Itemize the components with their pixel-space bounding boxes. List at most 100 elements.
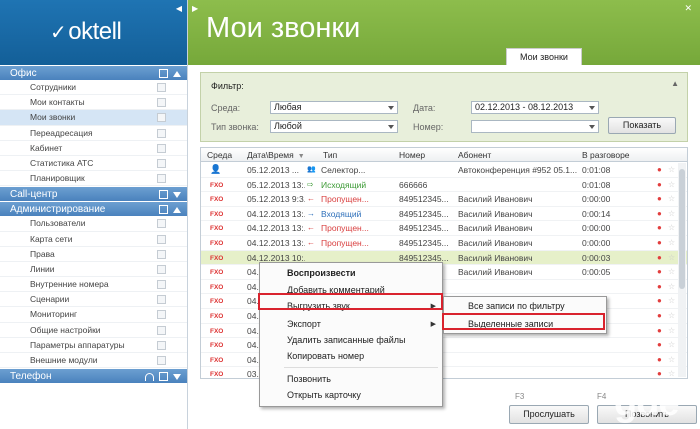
- item-settings-icon[interactable]: [157, 174, 166, 184]
- sidebar-item-label: Планировщик: [30, 173, 85, 184]
- star-icon: ☆: [668, 354, 676, 364]
- number-select[interactable]: [471, 120, 599, 133]
- sidebar-item[interactable]: Линии: [0, 262, 187, 278]
- star-icon: ☆: [668, 223, 676, 233]
- menu-item-copy-number[interactable]: Копировать номер: [287, 351, 364, 361]
- col-header-datetime[interactable]: Дата\Время ▼: [247, 150, 305, 160]
- item-settings-icon[interactable]: [157, 234, 166, 244]
- sidebar-item[interactable]: Внешние модули: [0, 353, 187, 369]
- tab-my-calls[interactable]: Мои звонки: [506, 48, 582, 65]
- document-icon[interactable]: [159, 372, 168, 382]
- expand-sidebar-icon[interactable]: ▶: [192, 4, 198, 13]
- f3-hint: F3: [515, 392, 525, 401]
- sidebar-item[interactable]: Сценарии: [0, 292, 187, 308]
- scrollbar-thumb[interactable]: [679, 169, 685, 289]
- item-settings-icon[interactable]: [157, 264, 166, 274]
- source-badge: FXO: [210, 196, 224, 204]
- item-settings-icon[interactable]: [157, 325, 166, 335]
- item-settings-icon[interactable]: [157, 310, 166, 320]
- calltype-select-value: Любой: [274, 121, 302, 131]
- sidebar-item-label: Карта сети: [30, 233, 73, 244]
- sidebar-item[interactable]: Сотрудники: [0, 80, 187, 96]
- document-icon[interactable]: [159, 205, 168, 215]
- sidebar-item[interactable]: Статистика АТС: [0, 156, 187, 172]
- item-settings-icon[interactable]: [157, 98, 166, 108]
- sidebar-item[interactable]: Параметры аппаратуры: [0, 338, 187, 353]
- col-header-env[interactable]: Среда: [207, 150, 232, 160]
- collapse-filter-icon[interactable]: ▲: [671, 79, 679, 88]
- calltype-select[interactable]: Любой: [270, 120, 398, 133]
- cell-type: Входящий: [321, 208, 362, 219]
- cell-subscriber: Автоконференция #952 05.1...: [458, 165, 578, 175]
- date-select[interactable]: 02.12.2013 - 08.12.2013: [471, 101, 599, 114]
- item-settings-icon[interactable]: [157, 128, 166, 138]
- chevron-up-icon[interactable]: [173, 206, 181, 213]
- menu-item-open-card[interactable]: Открыть карточку: [287, 390, 361, 400]
- cell-datetime: 05.12.2013 ...: [247, 165, 299, 175]
- collapse-sidebar-icon[interactable]: ◀: [176, 4, 182, 13]
- sidebar-section-header[interactable]: Администрирование: [0, 201, 187, 217]
- sidebar-item-label: Пользователи: [30, 218, 86, 229]
- chevron-down-icon[interactable]: [173, 373, 181, 380]
- cell-duration: 0:01:08: [582, 179, 611, 190]
- sidebar-item-label: Статистика АТС: [30, 157, 94, 168]
- sidebar-section-header[interactable]: Офис: [0, 65, 187, 80]
- item-settings-icon[interactable]: [157, 356, 166, 365]
- chevron-down-icon[interactable]: [173, 191, 181, 198]
- col-header-type[interactable]: Тип: [323, 150, 337, 160]
- sidebar-item[interactable]: Внутренние номера: [0, 277, 187, 293]
- sidebar-item[interactable]: Пользователи: [0, 216, 187, 232]
- sidebar-item[interactable]: Планировщик: [0, 171, 187, 187]
- item-settings-icon[interactable]: [157, 340, 166, 350]
- recording-dot-icon: ●: [657, 369, 662, 379]
- source-badge: FXO: [210, 283, 224, 291]
- sidebar-item[interactable]: Кабинет: [0, 141, 187, 156]
- table-row[interactable]: FXO 05.12.2013 13:... ⇨ Исходящий 666666 0:01…: [201, 178, 687, 193]
- table-row[interactable]: 👤 05.12.2013 ... 👥 Селектор... Автоконференц…: [201, 163, 687, 178]
- sidebar-item[interactable]: Мониторинг: [0, 307, 187, 323]
- sidebar-section-header[interactable]: Call-центр: [0, 186, 187, 202]
- item-settings-icon[interactable]: [157, 280, 166, 290]
- sidebar-item[interactable]: Мои звонки: [0, 110, 187, 126]
- close-icon[interactable]: ✕: [684, 3, 692, 14]
- star-icon: ☆: [668, 165, 676, 174]
- sidebar-section-header[interactable]: Телефон: [0, 368, 187, 384]
- listen-button[interactable]: Прослушать: [509, 405, 589, 424]
- menu-item-call[interactable]: Позвонить: [287, 374, 331, 384]
- document-icon[interactable]: [159, 190, 168, 200]
- sidebar-item[interactable]: Общие настройки: [0, 323, 187, 338]
- show-button[interactable]: Показать: [608, 117, 676, 134]
- star-icon: ☆: [668, 281, 676, 291]
- sidebar-item[interactable]: Мои контакты: [0, 95, 187, 111]
- submenu-item-all-by-filter[interactable]: Все записи по фильтру: [468, 301, 565, 311]
- table-row[interactable]: FXO 04.12.2013 13:... ← Пропущен... 84951234…: [201, 236, 687, 251]
- chevron-down-icon: [589, 125, 595, 129]
- col-header-number[interactable]: Номер: [399, 150, 425, 160]
- number-label: Номер:: [413, 122, 444, 132]
- sidebar-item[interactable]: Карта сети: [0, 232, 187, 247]
- item-settings-icon[interactable]: [157, 158, 166, 168]
- document-icon[interactable]: [159, 69, 168, 78]
- table-row[interactable]: FXO 04.12.2013 13:... → Входящий 849512345..…: [201, 207, 687, 222]
- sidebar-item[interactable]: Права: [0, 247, 187, 262]
- item-settings-icon[interactable]: [157, 83, 166, 92]
- menu-item-play[interactable]: Воспроизвести: [287, 268, 356, 278]
- item-settings-icon[interactable]: [157, 143, 166, 153]
- menu-item-delete-files[interactable]: Удалить записанные файлы: [287, 335, 405, 345]
- headset-icon[interactable]: [145, 372, 154, 381]
- table-scrollbar[interactable]: [678, 163, 686, 377]
- item-settings-icon[interactable]: [157, 295, 166, 305]
- sidebar-item[interactable]: Переадресация: [0, 126, 187, 141]
- source-badge: FXO: [210, 269, 224, 277]
- col-header-subscriber[interactable]: Абонент: [458, 150, 491, 160]
- star-icon: ☆: [668, 296, 676, 306]
- env-select[interactable]: Любая: [270, 101, 398, 114]
- table-row[interactable]: FXO 05.12.2013 9:3... ← Пропущен... 84951234…: [201, 192, 687, 207]
- menu-item-export[interactable]: Экспорт: [287, 319, 321, 329]
- item-settings-icon[interactable]: [157, 249, 166, 259]
- item-settings-icon[interactable]: [157, 113, 166, 123]
- table-row[interactable]: FXO 04.12.2013 13:... ← Пропущен... 84951234…: [201, 221, 687, 236]
- col-header-duration[interactable]: В разговоре: [582, 150, 630, 160]
- item-settings-icon[interactable]: [157, 219, 166, 229]
- chevron-up-icon[interactable]: [173, 70, 181, 77]
